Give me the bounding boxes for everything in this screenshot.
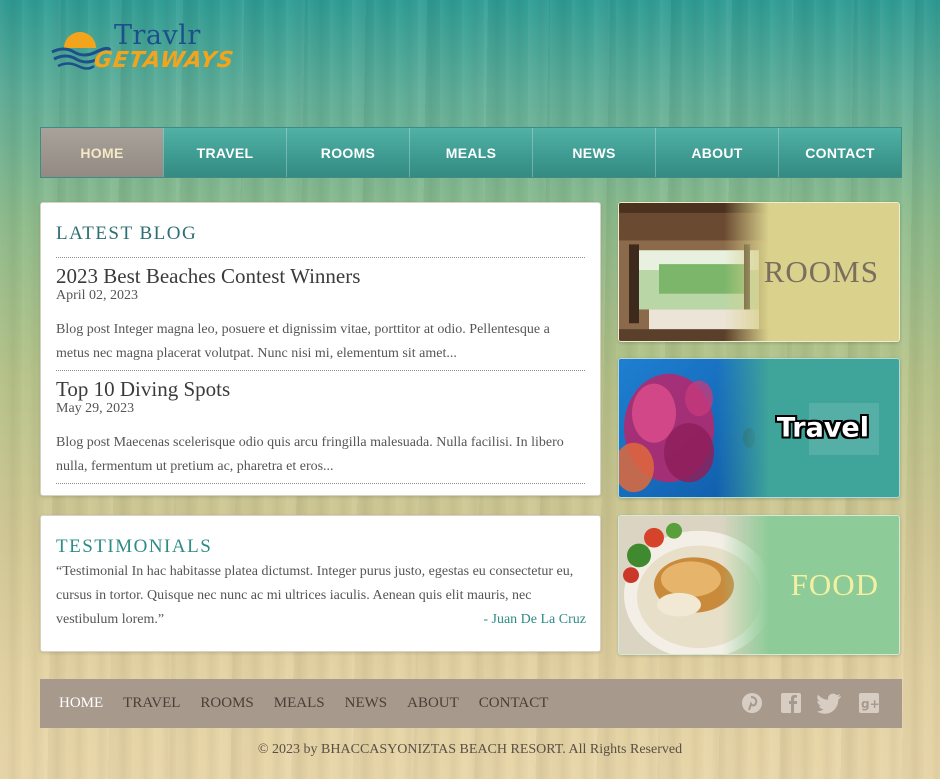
footer-link-contact[interactable]: CONTACT <box>479 695 549 712</box>
nav-item-contact[interactable]: CONTACT <box>778 128 901 177</box>
copyright-text: © 2023 by BHACCASYONIZTAS BEACH RESORT. … <box>257 742 683 757</box>
blog-post-date: April 02, 2023 <box>56 288 139 303</box>
site-logo[interactable]: Travlr Getaways <box>50 20 240 82</box>
footer-nav: HOME TRAVEL ROOMS MEALS NEWS ABOUT CONTA… <box>40 679 902 728</box>
nav-item-about[interactable]: ABOUT <box>655 128 778 177</box>
coral-reef-image <box>619 359 769 497</box>
google-plus-icon[interactable]: g+ <box>856 691 882 715</box>
pinterest-icon[interactable] <box>739 691 765 715</box>
blog-post-excerpt: Blog post Maecenas scelerisque odio quis… <box>56 435 564 474</box>
latest-blog-panel: LATEST BLOG 2023 Best Beaches Contest Wi… <box>40 202 601 496</box>
footer-link-news[interactable]: NEWS <box>345 695 388 712</box>
blog-post: 2023 Best Beaches Contest Winners April … <box>56 258 585 371</box>
testimonials-panel: TESTIMONIALS “Testimonial In hac habitas… <box>40 515 601 652</box>
main-nav: HOME TRAVEL ROOMS MEALS NEWS ABOUT CONTA… <box>40 127 902 178</box>
testimonial-author: - Juan De La Cruz <box>483 612 586 627</box>
rooms-tile-label: ROOMS <box>763 254 879 289</box>
testimonial-quote: “Testimonial In hac habitasse platea dic… <box>56 560 586 632</box>
travel-tile-label: Travel <box>776 412 869 444</box>
blog-post: Top 10 Diving Spots May 29, 2023 Blog po… <box>56 371 585 484</box>
travel-feature-tile[interactable]: Travel <box>618 358 900 498</box>
facebook-icon[interactable] <box>778 691 804 715</box>
food-feature-tile[interactable]: FOOD <box>618 515 900 655</box>
resort-room-image <box>619 203 769 341</box>
footer-link-about[interactable]: ABOUT <box>407 695 459 712</box>
latest-blog-heading: LATEST BLOG <box>56 223 585 258</box>
nav-item-home[interactable]: HOME <box>41 128 163 177</box>
nav-item-rooms[interactable]: ROOMS <box>286 128 409 177</box>
food-tile-label: FOOD <box>790 567 879 602</box>
logo-subtitle: Getaways <box>92 48 236 73</box>
blog-post-title[interactable]: Top 10 Diving Spots <box>56 377 585 401</box>
blog-post-excerpt: Blog post Integer magna leo, posuere et … <box>56 322 550 361</box>
nav-item-travel[interactable]: TRAVEL <box>163 128 286 177</box>
footer-link-travel[interactable]: TRAVEL <box>123 695 180 712</box>
blog-post-date: May 29, 2023 <box>56 401 135 416</box>
footer-link-home[interactable]: HOME <box>59 695 103 712</box>
nav-item-news[interactable]: NEWS <box>532 128 655 177</box>
testimonials-heading: TESTIMONIALS <box>56 536 213 557</box>
rooms-feature-tile[interactable]: ROOMS <box>618 202 900 342</box>
twitter-icon[interactable] <box>817 691 843 715</box>
food-plate-image <box>619 516 769 654</box>
social-links: g+ <box>739 691 882 715</box>
nav-item-meals[interactable]: MEALS <box>409 128 532 177</box>
logo-title: Travlr <box>114 20 201 51</box>
blog-post-title[interactable]: 2023 Best Beaches Contest Winners <box>56 264 585 288</box>
footer-link-rooms[interactable]: ROOMS <box>200 695 253 712</box>
svg-text:g+: g+ <box>861 697 880 711</box>
footer-link-meals[interactable]: MEALS <box>274 695 325 712</box>
